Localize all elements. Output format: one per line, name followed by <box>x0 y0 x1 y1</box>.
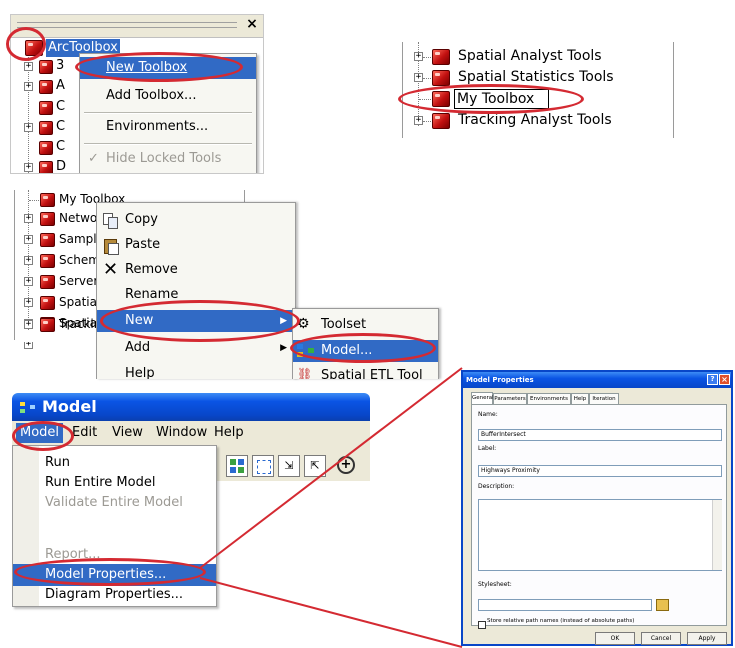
tab-panel: Name: BufferIntersect Label: Highways Pr… <box>471 404 727 629</box>
dialog-titlebar: Model Properties ? × <box>463 372 731 388</box>
tab-environments[interactable]: Environments <box>527 393 571 404</box>
model-properties-dialog: Model Properties ? × General Parameters … <box>461 370 733 646</box>
scrollbar[interactable] <box>712 500 722 570</box>
name-label: Name: <box>478 411 498 418</box>
name-input[interactable]: BufferIntersect <box>478 429 722 441</box>
tutorial-composite: { "panel1": { "root_label": "ArcToolbox"… <box>0 0 735 648</box>
apply-button[interactable]: Apply <box>687 632 727 645</box>
description-textarea[interactable] <box>478 499 722 571</box>
relative-paths-label: Store relative path names (instead of ab… <box>487 618 635 624</box>
stylesheet-label: Stylesheet: <box>478 581 512 588</box>
label-label: Label: <box>478 445 497 452</box>
connector-line <box>199 367 463 569</box>
cancel-button[interactable]: Cancel <box>641 632 681 645</box>
stylesheet-input[interactable] <box>478 599 652 611</box>
browse-folder-icon[interactable] <box>656 599 669 611</box>
connector-line <box>199 577 463 648</box>
label-input[interactable]: Highways Proximity <box>478 465 722 477</box>
tab-help[interactable]: Help <box>571 393 589 404</box>
close-button[interactable]: × <box>719 374 730 385</box>
dialog-title: Model Properties <box>466 376 534 384</box>
ok-button[interactable]: OK <box>595 632 635 645</box>
tab-iteration[interactable]: Iteration <box>589 393 619 404</box>
tab-parameters[interactable]: Parameters <box>493 393 527 404</box>
help-button[interactable]: ? <box>707 374 718 385</box>
relative-paths-checkbox[interactable] <box>478 621 486 629</box>
description-label: Description: <box>478 483 515 490</box>
tab-general[interactable]: General <box>471 392 494 404</box>
